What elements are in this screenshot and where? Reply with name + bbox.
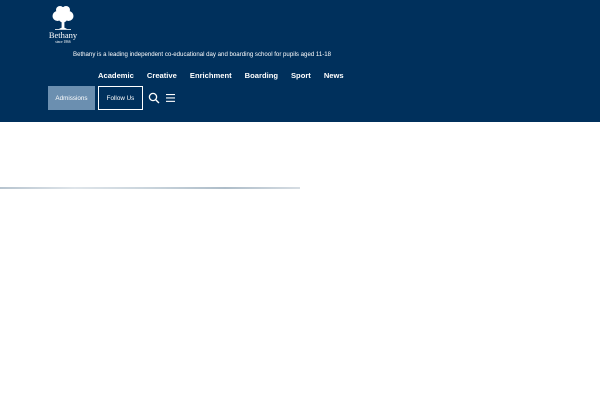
logo-wordmark: Bethany [48, 30, 78, 40]
hamburger-menu-icon[interactable] [165, 92, 177, 104]
follow-us-button[interactable]: Follow Us [98, 86, 143, 110]
nav-item-news[interactable]: News [324, 70, 344, 81]
hero-image-strip [0, 187, 300, 189]
nav-item-creative[interactable]: Creative [147, 70, 177, 81]
nav-item-sport[interactable]: Sport [291, 70, 311, 81]
nav-item-boarding[interactable]: Boarding [245, 70, 278, 81]
nav-item-enrichment[interactable]: Enrichment [190, 70, 232, 81]
site-header: Bethany since 1866 Bethany is a leading … [0, 0, 600, 122]
oak-tree-icon [52, 6, 74, 30]
main-navigation: Academic Creative Enrichment Boarding Sp… [98, 70, 344, 81]
school-logo[interactable]: Bethany since 1866 [44, 5, 82, 47]
admissions-button[interactable]: Admissions [48, 86, 95, 110]
school-tagline: Bethany is a leading independent co-educ… [73, 51, 332, 58]
nav-item-academic[interactable]: Academic [98, 70, 134, 81]
search-icon[interactable] [148, 92, 160, 104]
logo-since-text: since 1866 [55, 40, 71, 44]
